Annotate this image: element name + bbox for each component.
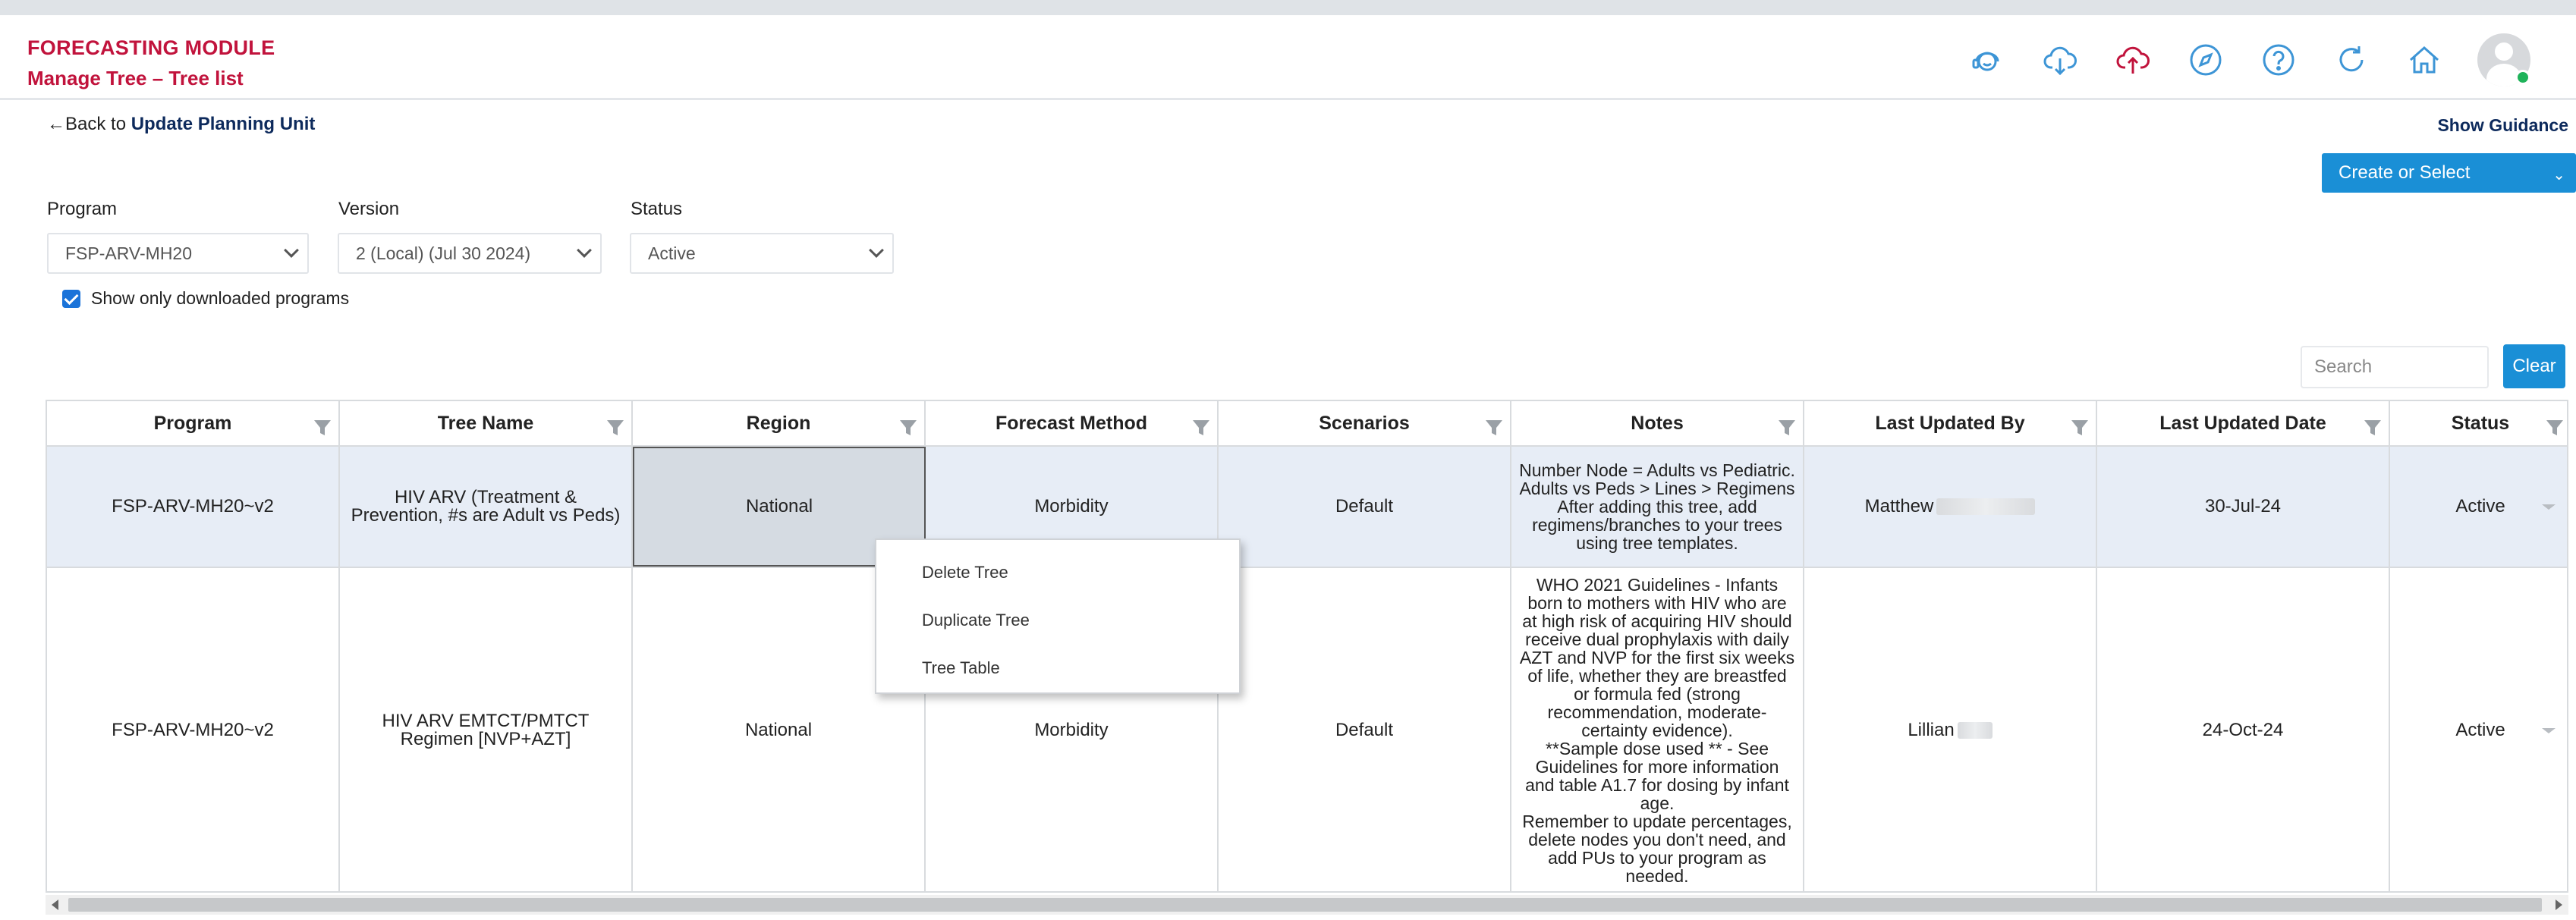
column-header-program[interactable]: Program bbox=[47, 401, 340, 445]
chevron-down-icon bbox=[284, 243, 299, 258]
status-value: Active bbox=[2455, 720, 2505, 740]
filter-icon[interactable] bbox=[2545, 418, 2565, 438]
version-value: 2 (Local) (Jul 30 2024) bbox=[356, 243, 531, 263]
menu-item-duplicate-tree[interactable]: Duplicate Tree bbox=[922, 611, 1030, 630]
create-or-select-dropdown[interactable]: Create or Select ⌄ bbox=[2322, 153, 2576, 193]
chevron-down-icon bbox=[869, 243, 884, 258]
status-select[interactable]: Active bbox=[630, 233, 894, 274]
scroll-right-arrow-icon[interactable] bbox=[2556, 900, 2562, 910]
column-header-label: Region bbox=[746, 412, 811, 434]
top-icon-bar bbox=[1967, 33, 2530, 86]
status-value: Active bbox=[2455, 496, 2505, 517]
column-header-label: Scenarios bbox=[1319, 412, 1410, 434]
browser-strip bbox=[0, 0, 2576, 15]
filter-icon[interactable] bbox=[898, 418, 918, 438]
menu-item-delete-tree[interactable]: Delete Tree bbox=[922, 563, 1008, 582]
cell-notes: Number Node = Adults vs Pediatric. Adult… bbox=[1511, 447, 1804, 567]
module-title: FORECASTING MODULE bbox=[27, 36, 275, 59]
redacted-name bbox=[1936, 498, 2036, 515]
redacted-name bbox=[1957, 722, 1993, 739]
filter-icon[interactable] bbox=[2363, 418, 2383, 438]
cell-last-updated-date: 30-Jul-24 bbox=[2097, 447, 2390, 567]
tree-list-table: Program Tree Name Region Forecast Method… bbox=[46, 400, 2568, 893]
cell-status[interactable]: Active bbox=[2390, 568, 2567, 891]
cell-status[interactable]: Active bbox=[2390, 447, 2567, 567]
show-guidance-link[interactable]: Show Guidance bbox=[2437, 115, 2568, 136]
create-or-select-label: Create or Select bbox=[2339, 162, 2471, 183]
column-header-label: Program bbox=[153, 412, 232, 434]
back-link[interactable]: ←Back to Update Planning Unit bbox=[47, 114, 315, 135]
refresh-icon[interactable] bbox=[2332, 40, 2371, 80]
row-context-menu: Delete Tree Duplicate Tree Tree Table bbox=[875, 538, 1241, 694]
column-header-tree-name[interactable]: Tree Name bbox=[340, 401, 633, 445]
search-input[interactable]: Search bbox=[2301, 346, 2489, 388]
version-label: Version bbox=[338, 199, 400, 219]
filter-icon[interactable] bbox=[1484, 418, 1504, 438]
table-row[interactable]: FSP-ARV-MH20~v2 HIV ARV EMTCT/PMTCT Regi… bbox=[47, 568, 2567, 891]
column-header-label: Last Updated Date bbox=[2159, 412, 2326, 434]
chevron-down-icon bbox=[2542, 504, 2556, 510]
column-header-region[interactable]: Region bbox=[633, 401, 926, 445]
user-name: Matthew bbox=[1864, 496, 1934, 517]
program-select[interactable]: FSP-ARV-MH20 bbox=[47, 233, 309, 274]
column-header-notes[interactable]: Notes bbox=[1511, 401, 1804, 445]
support-icon[interactable] bbox=[1967, 40, 2007, 80]
column-header-last-updated-date[interactable]: Last Updated Date bbox=[2097, 401, 2390, 445]
home-icon[interactable] bbox=[2405, 40, 2444, 80]
top-bar: FORECASTING MODULE Manage Tree – Tree li… bbox=[0, 0, 2576, 100]
chevron-down-icon: ⌄ bbox=[2552, 167, 2565, 184]
cloud-upload-icon[interactable] bbox=[2113, 40, 2153, 80]
program-label: Program bbox=[47, 199, 118, 219]
online-status-dot bbox=[2515, 70, 2530, 85]
cell-program: FSP-ARV-MH20~v2 bbox=[47, 568, 340, 891]
column-header-forecast-method[interactable]: Forecast Method bbox=[926, 401, 1219, 445]
column-header-status[interactable]: Status bbox=[2390, 401, 2567, 445]
column-header-label: Notes bbox=[1631, 412, 1684, 434]
cell-scenarios: Default bbox=[1219, 447, 1511, 567]
status-label: Status bbox=[631, 199, 683, 219]
compass-icon[interactable] bbox=[2186, 40, 2225, 80]
cell-tree-name: HIV ARV EMTCT/PMTCT Regimen [NVP+AZT] bbox=[340, 568, 633, 891]
show-downloaded-checkbox[interactable] bbox=[62, 290, 80, 308]
back-arrow-icon: ← bbox=[47, 114, 65, 134]
table-header: Program Tree Name Region Forecast Method… bbox=[47, 401, 2567, 447]
cell-scenarios: Default bbox=[1219, 568, 1511, 891]
filter-icon[interactable] bbox=[605, 418, 625, 438]
back-prefix: Back to bbox=[65, 114, 131, 134]
horizontal-scrollbar[interactable] bbox=[46, 895, 2568, 915]
menu-item-tree-table[interactable]: Tree Table bbox=[922, 658, 1000, 678]
user-name: Lillian bbox=[1908, 720, 1955, 740]
user-avatar[interactable] bbox=[2477, 33, 2530, 86]
cloud-download-icon[interactable] bbox=[2040, 40, 2080, 80]
back-target[interactable]: Update Planning Unit bbox=[131, 114, 316, 134]
chevron-down-icon bbox=[577, 243, 592, 258]
column-header-label: Tree Name bbox=[437, 412, 534, 434]
show-downloaded-label: Show only downloaded programs bbox=[91, 288, 350, 308]
clear-button[interactable]: Clear bbox=[2503, 344, 2565, 388]
filter-icon[interactable] bbox=[2070, 418, 2090, 438]
version-select[interactable]: 2 (Local) (Jul 30 2024) bbox=[338, 233, 602, 274]
program-value: FSP-ARV-MH20 bbox=[65, 243, 193, 263]
status-value: Active bbox=[648, 243, 696, 263]
cell-program: FSP-ARV-MH20~v2 bbox=[47, 447, 340, 567]
cell-last-updated-by: Matthew bbox=[1804, 447, 2097, 567]
page-subtitle: Manage Tree – Tree list bbox=[27, 67, 244, 89]
column-header-label: Forecast Method bbox=[995, 412, 1148, 434]
filter-icon[interactable] bbox=[1777, 418, 1797, 438]
cell-notes: WHO 2021 Guidelines - Infants born to mo… bbox=[1511, 568, 1804, 891]
help-icon[interactable] bbox=[2259, 40, 2298, 80]
table-row[interactable]: FSP-ARV-MH20~v2 HIV ARV (Treatment & Pre… bbox=[47, 447, 2567, 568]
column-header-last-updated-by[interactable]: Last Updated By bbox=[1804, 401, 2097, 445]
column-header-label: Last Updated By bbox=[1875, 412, 2025, 434]
filter-icon[interactable] bbox=[313, 418, 332, 438]
cell-tree-name: HIV ARV (Treatment & Prevention, #s are … bbox=[340, 447, 633, 567]
column-header-scenarios[interactable]: Scenarios bbox=[1219, 401, 1511, 445]
cell-last-updated-by: Lillian bbox=[1804, 568, 2097, 891]
cell-last-updated-date: 24-Oct-24 bbox=[2097, 568, 2390, 891]
filter-icon[interactable] bbox=[1191, 418, 1211, 438]
scroll-left-arrow-icon[interactable] bbox=[52, 900, 58, 910]
column-header-label: Status bbox=[2451, 412, 2510, 434]
chevron-down-icon bbox=[2542, 728, 2556, 733]
scrollbar-thumb[interactable] bbox=[68, 898, 2542, 912]
